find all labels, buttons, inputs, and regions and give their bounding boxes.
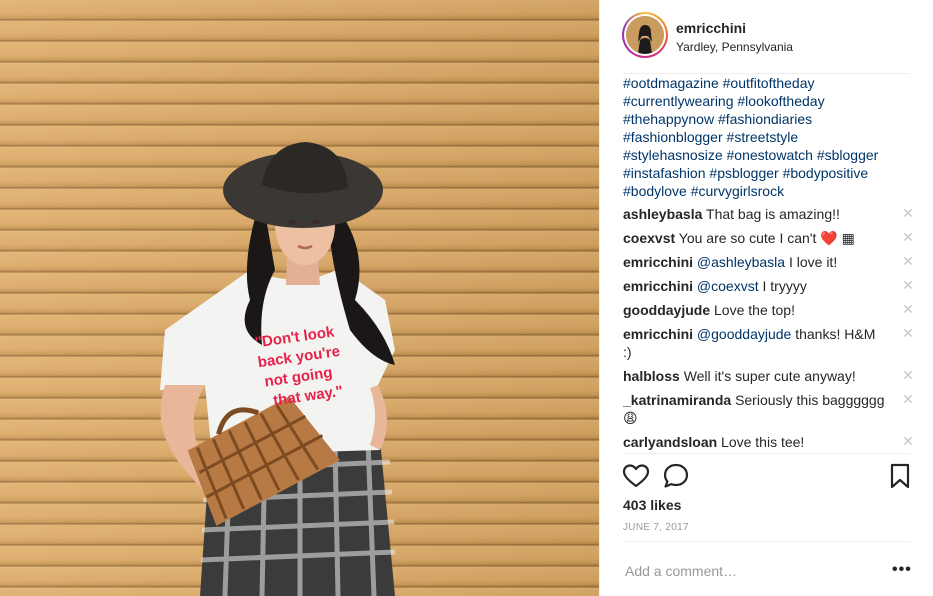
comment-item: coexvst You are so cute I can't ❤️ ▦ ✕	[623, 229, 915, 247]
post-header: emricchini Yardley, Pennsylvania	[622, 12, 912, 62]
comment-username[interactable]: emricchini	[623, 326, 693, 342]
comment-username[interactable]: gooddayjude	[623, 302, 710, 318]
hashtag-link[interactable]: #thehappynow	[623, 111, 714, 127]
comment-bubble-icon[interactable]	[662, 462, 690, 490]
post-date[interactable]: JUNE 7, 2017	[623, 522, 689, 533]
comment-text: I tryyyy	[762, 278, 807, 294]
post-actions	[622, 462, 912, 490]
comment-username[interactable]: emricchini	[623, 278, 693, 294]
caption-line: #bodylove #curvygirlsrock	[623, 182, 913, 200]
comment-item: emricchini @gooddayjude thanks! H&M :) ✕	[623, 325, 915, 361]
comment-username[interactable]: coexvst	[623, 230, 675, 246]
close-icon[interactable]: ✕	[901, 392, 915, 406]
caption-line: #currentlywearing #lookoftheday	[623, 92, 913, 110]
hashtag-link[interactable]: #fashiondiaries	[718, 111, 812, 127]
close-icon[interactable]: ✕	[901, 254, 915, 268]
comment-username[interactable]: _katrinamiranda	[623, 392, 731, 408]
actions-divider	[622, 453, 910, 454]
comment-item: ashleybasla That bag is amazing!! ✕	[623, 205, 915, 223]
hashtag-link[interactable]: #psblogger	[709, 165, 778, 181]
comment-list: ashleybasla That bag is amazing!! ✕ coex…	[623, 205, 915, 457]
hashtag-link[interactable]: #instafashion	[623, 165, 706, 181]
hashtag-link[interactable]: #currentlywearing	[623, 93, 734, 109]
comment-username[interactable]: carlyandsloan	[623, 434, 717, 450]
comment-mention[interactable]: @ashleybasla	[697, 254, 785, 270]
comment-username[interactable]: ashleybasla	[623, 206, 702, 222]
avatar[interactable]	[622, 12, 668, 58]
comment-item: emricchini @ashleybasla I love it! ✕	[623, 253, 915, 271]
comment-input[interactable]: Add a comment…	[625, 563, 737, 579]
caption-line: #thehappynow #fashiondiaries	[623, 110, 913, 128]
comment-username[interactable]: halbloss	[623, 368, 680, 384]
comment-text: I love it!	[788, 254, 838, 270]
comment-text: That bag is amazing!!	[706, 206, 840, 222]
hashtag-link[interactable]: #bodylove	[623, 183, 687, 199]
post-caption: #ootdmagazine #outfitoftheday #currently…	[623, 74, 913, 200]
hashtag-link[interactable]: #ootdmagazine	[623, 75, 719, 91]
hashtag-link[interactable]: #outfitoftheday	[723, 75, 815, 91]
post-photo[interactable]: "Don't look back you're not going that w…	[0, 0, 599, 596]
comment-text: You are so cute I can't ❤️	[678, 230, 838, 246]
comment-username[interactable]: emricchini	[623, 254, 693, 270]
close-icon[interactable]: ✕	[901, 326, 915, 340]
close-icon[interactable]: ✕	[901, 230, 915, 244]
hashtag-link[interactable]: #sblogger	[817, 147, 879, 163]
comment-item: _katrinamiranda Seriously this bagggggg …	[623, 391, 915, 427]
hashtag-link[interactable]: #lookoftheday	[737, 93, 824, 109]
post-side-panel: emricchini Yardley, Pennsylvania #ootdma…	[599, 0, 933, 596]
avatar-figure-icon	[626, 16, 664, 54]
hashtag-link[interactable]: #curvygirlsrock	[691, 183, 784, 199]
caption-line: #ootdmagazine #outfitoftheday	[623, 74, 913, 92]
caption-line: #stylehasnosize #onestowatch #sblogger	[623, 146, 913, 164]
avatar-image	[626, 16, 664, 54]
photo-figure: "Don't look back you're not going that w…	[160, 142, 396, 596]
emoji-icon: ▦	[841, 230, 855, 246]
comment-mention[interactable]: @coexvst	[697, 278, 759, 294]
hashtag-link[interactable]: #bodypositive	[783, 165, 869, 181]
close-icon[interactable]: ✕	[901, 302, 915, 316]
comment-item: carlyandsloan Love this tee! ✕	[623, 433, 915, 451]
bookmark-icon[interactable]	[886, 462, 914, 490]
composer-divider	[622, 541, 910, 542]
post-location[interactable]: Yardley, Pennsylvania	[676, 40, 793, 54]
caption-line: #instafashion #psblogger #bodypositive	[623, 164, 913, 182]
hashtag-link[interactable]: #fashionblogger	[623, 129, 723, 145]
close-icon[interactable]: ✕	[901, 278, 915, 292]
comment-text: Well it's super cute anyway!	[683, 368, 856, 384]
post-username[interactable]: emricchini	[676, 20, 746, 36]
comment-text: Love this tee!	[721, 434, 805, 450]
hashtag-link[interactable]: #streetstyle	[727, 129, 799, 145]
heart-icon[interactable]	[622, 462, 650, 490]
more-options-button[interactable]: •••	[892, 561, 912, 579]
comment-item: emricchini @coexvst I tryyyy ✕	[623, 277, 915, 295]
likes-count[interactable]: 403 likes	[623, 497, 681, 513]
hashtag-link[interactable]: #stylehasnosize	[623, 147, 723, 163]
avatar-border	[624, 14, 666, 56]
close-icon[interactable]: ✕	[901, 434, 915, 448]
comment-item: gooddayjude Love the top! ✕	[623, 301, 915, 319]
comment-mention[interactable]: @gooddayjude	[697, 326, 791, 342]
close-icon[interactable]: ✕	[901, 368, 915, 382]
hashtag-link[interactable]: #onestowatch	[727, 147, 813, 163]
comment-item: halbloss Well it's super cute anyway! ✕	[623, 367, 915, 385]
close-icon[interactable]: ✕	[901, 206, 915, 220]
caption-line: #fashionblogger #streetstyle	[623, 128, 913, 146]
comment-text: Love the top!	[714, 302, 795, 318]
